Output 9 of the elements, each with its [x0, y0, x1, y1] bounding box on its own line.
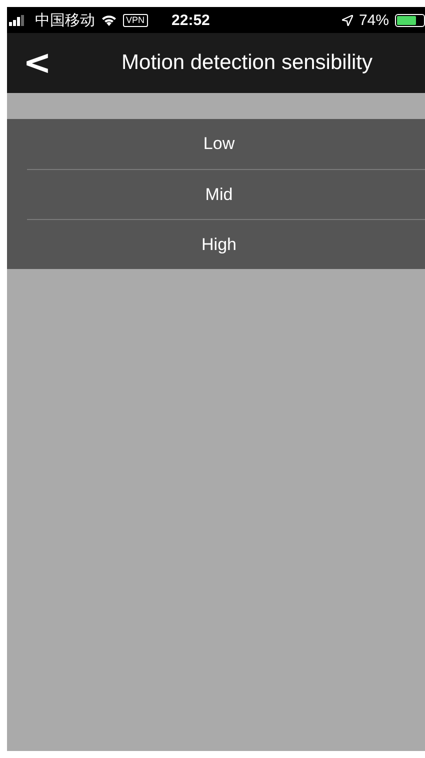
battery-percent: 74% [358, 12, 389, 28]
vpn-badge: VPN [123, 14, 148, 26]
back-button[interactable]: < [23, 46, 63, 80]
carrier-name: 中国移动 [35, 10, 95, 30]
status-time: 22:52 [172, 12, 210, 28]
page-title: Motion detection sensibility [120, 51, 374, 75]
location-icon [342, 14, 353, 26]
wifi-icon [101, 14, 117, 26]
battery-icon [395, 14, 425, 26]
